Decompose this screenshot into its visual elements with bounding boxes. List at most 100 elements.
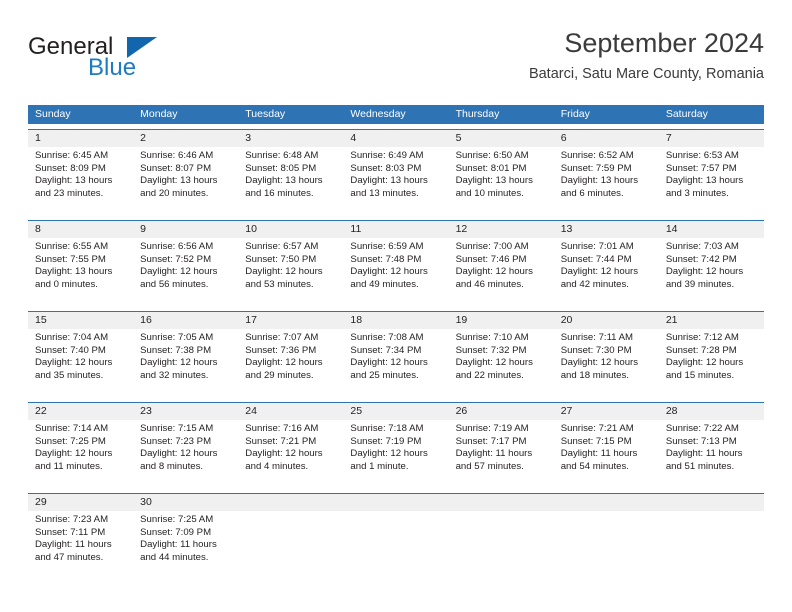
weekday-header-sunday: Sunday	[35, 108, 71, 120]
daylight-text-line2: and 51 minutes.	[665, 460, 735, 472]
day-details	[659, 511, 764, 579]
daylight-text-line1: Daylight: 12 hours	[350, 266, 428, 278]
sunrise-text: Sunrise: 7:03 AM	[665, 241, 739, 252]
daylight-text-line2: and 13 minutes.	[350, 187, 419, 199]
day-number	[553, 494, 659, 511]
daylight-text-line1: Daylight: 12 hours	[560, 266, 639, 278]
day-details	[449, 511, 554, 579]
calendar-day-cell[interactable]: 29 Sunrise: 7:23 AM Sunset: 7:11 PM Dayl…	[28, 494, 134, 579]
sunrise-text: Sunrise: 6:55 AM	[35, 241, 109, 252]
calendar-day-cell[interactable]: 4 Sunrise: 6:49 AM Sunset: 8:03 PM Dayli…	[343, 130, 449, 215]
daylight-text-line1: Daylight: 13 hours	[245, 175, 323, 187]
day-number: 20	[553, 312, 659, 329]
daylight-text-line1: Daylight: 12 hours	[140, 448, 218, 460]
sunset-text: Sunset: 7:32 PM	[455, 344, 527, 356]
calendar-day-cell[interactable]: 25 Sunrise: 7:18 AM Sunset: 7:19 PM Dayl…	[343, 403, 449, 488]
sunrise-text: Sunrise: 7:07 AM	[245, 332, 319, 343]
calendar-day-cell[interactable]: 6 Sunrise: 6:52 AM Sunset: 7:59 PM Dayli…	[553, 130, 659, 215]
daylight-text-line1: Daylight: 13 hours	[455, 175, 533, 187]
calendar-day-cell[interactable]: 11 Sunrise: 6:59 AM Sunset: 7:48 PM Dayl…	[343, 221, 449, 306]
daylight-text-line2: and 1 minute.	[350, 460, 409, 472]
day-details: Sunrise: 7:18 AM Sunset: 7:19 PM Dayligh…	[343, 420, 448, 488]
calendar-day-cell[interactable]: 22 Sunrise: 7:14 AM Sunset: 7:25 PM Dayl…	[28, 403, 134, 488]
calendar-day-cell[interactable]: 5 Sunrise: 6:50 AM Sunset: 8:01 PM Dayli…	[448, 130, 554, 215]
day-number: 5	[448, 130, 554, 147]
day-details: Sunrise: 6:56 AM Sunset: 7:52 PM Dayligh…	[133, 238, 238, 306]
daylight-text-line2: and 53 minutes.	[245, 278, 314, 290]
calendar-day-cell[interactable]: 21 Sunrise: 7:12 AM Sunset: 7:28 PM Dayl…	[658, 312, 764, 397]
calendar-day-cell[interactable]: 18 Sunrise: 7:08 AM Sunset: 7:34 PM Dayl…	[343, 312, 449, 397]
calendar-day-cell[interactable]: 8 Sunrise: 6:55 AM Sunset: 7:55 PM Dayli…	[28, 221, 134, 306]
daylight-text-line1: Daylight: 12 hours	[665, 266, 744, 278]
calendar-week-row: 29 Sunrise: 7:23 AM Sunset: 7:11 PM Dayl…	[28, 493, 764, 579]
daylight-text-line1: Daylight: 12 hours	[455, 266, 533, 278]
calendar-day-cell[interactable]: 10 Sunrise: 6:57 AM Sunset: 7:50 PM Dayl…	[238, 221, 344, 306]
calendar-day-cell[interactable]: 12 Sunrise: 7:00 AM Sunset: 7:46 PM Dayl…	[448, 221, 554, 306]
daylight-text-line2: and 57 minutes.	[455, 460, 524, 472]
sunset-text: Sunset: 7:50 PM	[245, 253, 317, 265]
calendar-day-cell[interactable]: 30 Sunrise: 7:25 AM Sunset: 7:09 PM Dayl…	[133, 494, 239, 579]
sunrise-text: Sunrise: 7:04 AM	[35, 332, 109, 343]
calendar-day-cell[interactable]: 23 Sunrise: 7:15 AM Sunset: 7:23 PM Dayl…	[133, 403, 239, 488]
daylight-text-line2: and 54 minutes.	[560, 460, 629, 472]
sunset-text: Sunset: 8:05 PM	[245, 162, 317, 174]
day-number: 7	[658, 130, 764, 147]
daylight-text-line1: Daylight: 12 hours	[245, 448, 323, 460]
daylight-text-line1: Daylight: 12 hours	[350, 357, 428, 369]
day-number: 23	[133, 403, 239, 420]
calendar-day-cell[interactable]: 15 Sunrise: 7:04 AM Sunset: 7:40 PM Dayl…	[28, 312, 134, 397]
sunset-text: Sunset: 7:15 PM	[560, 435, 632, 447]
calendar-day-cell-empty	[343, 494, 449, 579]
day-number: 8	[28, 221, 134, 238]
daylight-text-line2: and 6 minutes.	[560, 187, 624, 199]
calendar-day-cell[interactable]: 17 Sunrise: 7:07 AM Sunset: 7:36 PM Dayl…	[238, 312, 344, 397]
calendar-day-cell[interactable]: 19 Sunrise: 7:10 AM Sunset: 7:32 PM Dayl…	[448, 312, 554, 397]
calendar-day-cell[interactable]: 14 Sunrise: 7:03 AM Sunset: 7:42 PM Dayl…	[658, 221, 764, 306]
day-details: Sunrise: 6:45 AM Sunset: 8:09 PM Dayligh…	[28, 147, 133, 215]
daylight-text-line1: Daylight: 12 hours	[140, 266, 218, 278]
sunrise-text: Sunrise: 6:49 AM	[350, 150, 424, 161]
calendar-day-cell[interactable]: 13 Sunrise: 7:01 AM Sunset: 7:44 PM Dayl…	[553, 221, 659, 306]
calendar-day-cell[interactable]: 7 Sunrise: 6:53 AM Sunset: 7:57 PM Dayli…	[658, 130, 764, 215]
daylight-text-line2: and 8 minutes.	[140, 460, 204, 472]
daylight-text-line1: Daylight: 12 hours	[35, 357, 113, 369]
day-details: Sunrise: 7:11 AM Sunset: 7:30 PM Dayligh…	[554, 329, 659, 397]
day-number: 19	[448, 312, 554, 329]
day-number: 24	[238, 403, 344, 420]
day-details: Sunrise: 7:05 AM Sunset: 7:38 PM Dayligh…	[133, 329, 238, 397]
daylight-text-line2: and 56 minutes.	[140, 278, 209, 290]
calendar-day-cell[interactable]: 9 Sunrise: 6:56 AM Sunset: 7:52 PM Dayli…	[133, 221, 239, 306]
calendar-day-cell[interactable]: 24 Sunrise: 7:16 AM Sunset: 7:21 PM Dayl…	[238, 403, 344, 488]
calendar-day-cell-empty	[553, 494, 659, 579]
calendar-day-cell[interactable]: 16 Sunrise: 7:05 AM Sunset: 7:38 PM Dayl…	[133, 312, 239, 397]
sunrise-text: Sunrise: 7:14 AM	[35, 423, 109, 434]
day-details: Sunrise: 6:53 AM Sunset: 7:57 PM Dayligh…	[659, 147, 764, 215]
sunset-text: Sunset: 8:09 PM	[35, 162, 106, 174]
weekday-header-saturday: Saturday	[665, 108, 708, 120]
sunrise-text: Sunrise: 7:05 AM	[140, 332, 214, 343]
sunset-text: Sunset: 7:19 PM	[350, 435, 422, 447]
sunset-text: Sunset: 8:03 PM	[350, 162, 422, 174]
day-number: 11	[343, 221, 449, 238]
calendar-day-cell[interactable]: 1 Sunrise: 6:45 AM Sunset: 8:09 PM Dayli…	[28, 130, 134, 215]
calendar-day-cell[interactable]: 26 Sunrise: 7:19 AM Sunset: 7:17 PM Dayl…	[448, 403, 554, 488]
calendar-day-cell[interactable]: 20 Sunrise: 7:11 AM Sunset: 7:30 PM Dayl…	[553, 312, 659, 397]
day-number: 21	[658, 312, 764, 329]
weekday-header-tuesday: Tuesday	[245, 108, 286, 120]
calendar-day-cell[interactable]: 28 Sunrise: 7:22 AM Sunset: 7:13 PM Dayl…	[658, 403, 764, 488]
calendar-day-cell[interactable]: 3 Sunrise: 6:48 AM Sunset: 8:05 PM Dayli…	[238, 130, 344, 215]
sunset-text: Sunset: 7:09 PM	[140, 526, 212, 538]
daylight-text-line1: Daylight: 12 hours	[245, 266, 323, 278]
day-number	[343, 494, 449, 511]
calendar-day-cell[interactable]: 2 Sunrise: 6:46 AM Sunset: 8:07 PM Dayli…	[133, 130, 239, 215]
sunset-text: Sunset: 7:13 PM	[665, 435, 737, 447]
calendar-day-cell[interactable]: 27 Sunrise: 7:21 AM Sunset: 7:15 PM Dayl…	[553, 403, 659, 488]
daylight-text-line1: Daylight: 12 hours	[665, 357, 744, 369]
daylight-text-line2: and 39 minutes.	[665, 278, 735, 290]
day-number: 22	[28, 403, 134, 420]
day-details: Sunrise: 7:04 AM Sunset: 7:40 PM Dayligh…	[28, 329, 133, 397]
day-details	[554, 511, 659, 579]
logo-text-blue: Blue	[88, 54, 137, 81]
daylight-text-line1: Daylight: 13 hours	[560, 175, 639, 187]
generalblue-logo[interactable]: General Blue	[28, 34, 248, 90]
